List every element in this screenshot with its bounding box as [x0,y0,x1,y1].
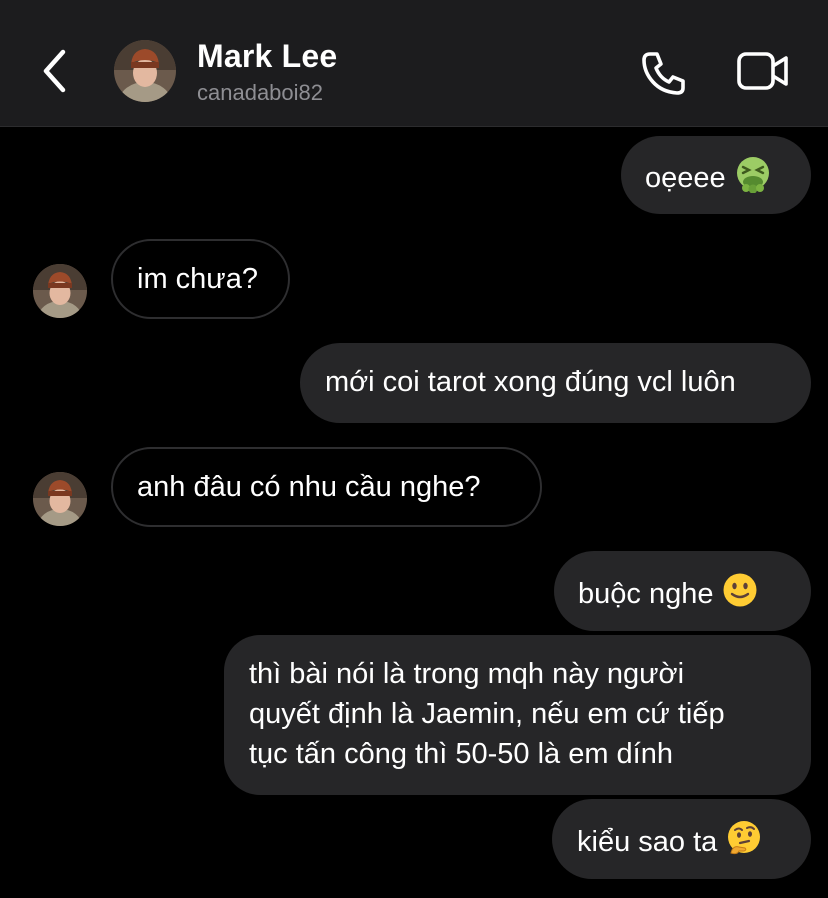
message-text: oẹeee [645,162,726,195]
contact-name[interactable]: Mark Lee [197,38,337,75]
message-line: quyết định là Jaemin, nếu em cứ tiếp [249,698,725,730]
received-message[interactable]: anh đâu có nhu cầu nghe? [111,447,542,527]
message-line: thì bài nói là trong mqh này người [249,658,685,690]
contact-avatar[interactable] [114,40,176,102]
message-text: kiểu sao ta [577,826,718,859]
message-text: anh đâu có nhu cầu nghe? [137,471,481,503]
message-line: tục tấn công thì 50-50 là em dính [249,738,673,770]
phone-icon [642,52,685,95]
sent-message[interactable]: mới coi tarot xong đúng vcl luôn [300,343,811,423]
audio-call-button[interactable] [640,50,688,96]
slightly-smiling-face-icon [721,571,759,620]
sent-message[interactable]: oẹeee [621,136,811,214]
nauseated-face-icon [734,155,772,204]
thinking-face-icon [725,819,763,868]
sent-message[interactable]: thì bài nói là trong mqh này người quyết… [224,635,811,795]
contact-avatar-small[interactable] [33,264,87,318]
sent-message[interactable]: kiểu sao ta [552,799,811,879]
video-call-button[interactable] [736,50,790,92]
message-text: mới coi tarot xong đúng vcl luôn [325,366,736,398]
contact-username: canadaboi82 [197,80,324,105]
video-camera-icon [737,52,788,90]
message-text: im chưa? [137,263,258,295]
received-message[interactable]: im chưa? [111,239,290,319]
message-text: buộc nghe [578,578,714,611]
chat-header: Mark Lee canadaboi82 [0,0,828,127]
back-button[interactable] [36,46,76,96]
chevron-left-icon [43,49,66,93]
message-thread[interactable]: oẹeee im chưa? mới coi tarot xong đúng v… [0,127,828,898]
contact-avatar-small[interactable] [33,472,87,526]
sent-message[interactable]: buộc nghe [554,551,811,631]
